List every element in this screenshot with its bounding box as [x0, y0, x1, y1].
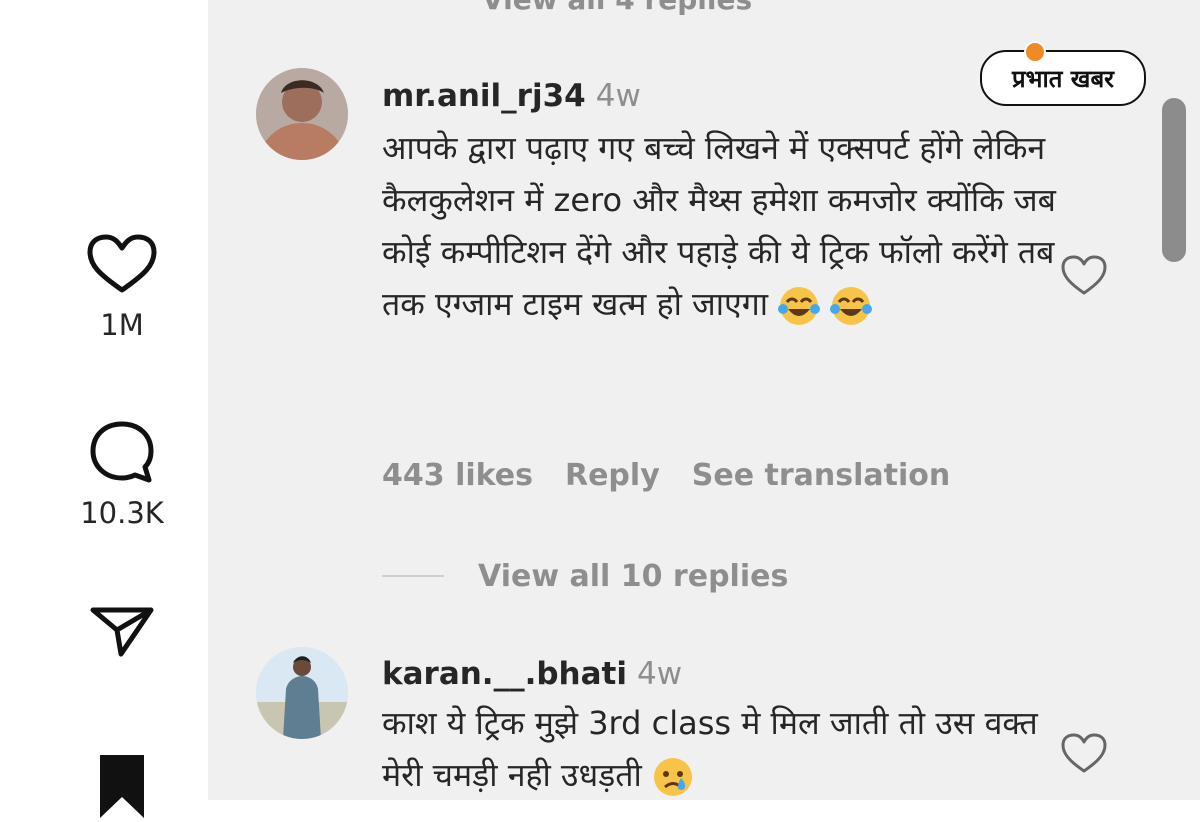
reply-button[interactable]: Reply: [565, 458, 660, 493]
save-post-button[interactable]: [70, 752, 174, 822]
post-actions-rail: 1M 10.3K: [0, 0, 208, 818]
like-post-button[interactable]: 1M: [70, 234, 174, 342]
replies-divider: [382, 575, 444, 577]
user-avatar-image: [256, 68, 348, 160]
view-replies-button[interactable]: View all 10 replies: [382, 556, 788, 596]
sun-logo-icon: [1024, 41, 1046, 63]
laughing-emoji: [778, 285, 821, 327]
avatar[interactable]: [256, 68, 348, 160]
heart-icon[interactable]: [1060, 254, 1108, 298]
comment-meta: 443 likes Reply See translation: [382, 458, 982, 493]
avatar[interactable]: [256, 647, 348, 739]
bookmark-icon: [100, 755, 144, 818]
previous-view-replies-button[interactable]: View all 4 replies: [482, 0, 752, 16]
username-link[interactable]: mr.anil_rj34: [382, 78, 586, 114]
brand-logo: प्रभात खबर: [980, 41, 1146, 106]
comment-post-button[interactable]: 10.3K: [70, 420, 174, 530]
comments-panel[interactable]: [208, 0, 1200, 800]
comment-text: आपके द्वारा पढ़ाए गए बच्चे लिखने में एक्…: [382, 122, 1062, 330]
comment-age: 4w: [637, 656, 683, 692]
heart-icon[interactable]: [1060, 732, 1108, 776]
comment-author-row: karan.__.bhati 4w: [382, 656, 682, 692]
comment-text: काश ये ट्रिक मुझे 3rd class मे मिल जाती …: [382, 697, 1062, 801]
user-avatar-image: [256, 647, 348, 739]
see-translation-button[interactable]: See translation: [692, 458, 950, 493]
sad-emoji: [652, 756, 694, 798]
heart-icon: [87, 234, 157, 293]
comment-icon: [90, 421, 154, 483]
comments-count: 10.3K: [80, 496, 164, 530]
comment-age: 4w: [595, 78, 641, 114]
share-icon: [90, 607, 154, 657]
laughing-emoji: [830, 285, 873, 327]
comment-author-row: mr.anil_rj34 4w: [382, 78, 641, 114]
comment-likes-count[interactable]: 443 likes: [382, 458, 533, 493]
username-link[interactable]: karan.__.bhati: [382, 656, 627, 692]
likes-count: 1M: [100, 308, 144, 342]
scrollbar-thumb[interactable]: [1162, 98, 1186, 262]
share-post-button[interactable]: [70, 602, 174, 658]
